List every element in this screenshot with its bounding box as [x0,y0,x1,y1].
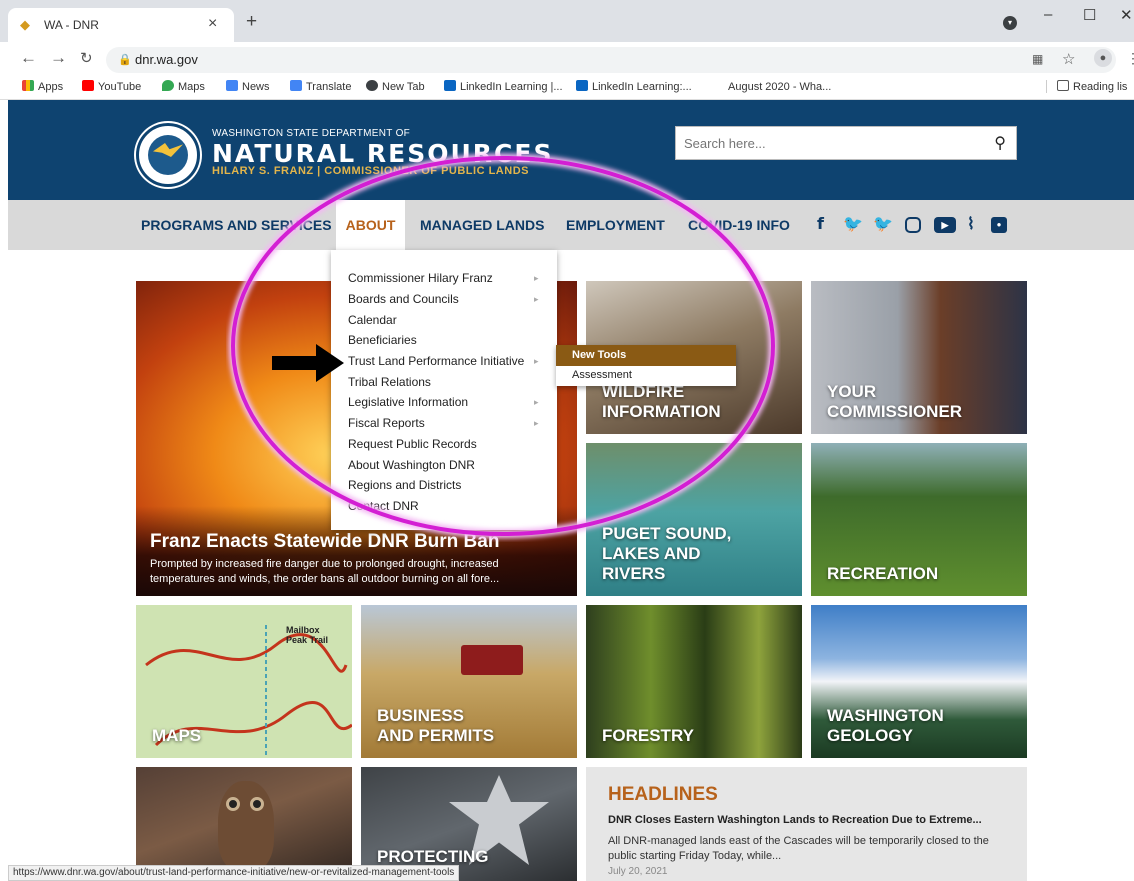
tile-recreation[interactable]: RECREATION [811,443,1027,596]
bookmark-news[interactable]: News [226,80,270,93]
bookmark-maps[interactable]: Maps [162,80,205,93]
tile-business-permits[interactable]: BUSINESS AND PERMITS [361,605,577,758]
tile-label: FORESTRY [602,726,694,745]
trail-label: Mailbox Peak Trail [286,625,329,645]
tile-protecting[interactable]: PROTECTING [361,767,577,881]
tile-label: MAPS [152,726,202,745]
search-icon[interactable]: ⚲ [994,133,1006,153]
headline-date: July 20, 2021 [608,866,668,877]
dnr-seal-logo[interactable] [136,123,200,187]
bookmark-label: Maps [178,81,205,93]
tab-title: WA - DNR [44,18,99,32]
owl-eye [250,797,264,811]
tab-close-icon[interactable]: × [208,15,217,33]
bookmark-linkedin-2[interactable]: LinkedIn Learning:... [576,80,692,93]
owl-graphic [218,781,274,871]
profile-avatar-icon[interactable]: ● [1094,49,1112,67]
bookmark-label: Apps [38,81,64,93]
minimize-button[interactable]: – [1044,6,1052,23]
bookmark-label: New Tab [382,81,425,93]
tile-label: WASHINGTON GEOLOGY [827,706,944,745]
status-bar-url: https://www.dnr.wa.gov/about/trust-land-… [8,865,460,881]
hero-text: Prompted by increased fire danger due to… [150,558,500,585]
tile-commissioner[interactable]: YOUR COMMISSIONER [811,281,1027,434]
twitter-icon[interactable]: 🐦 [843,214,863,234]
tile-label: BUSINESS AND PERMITS [377,706,495,745]
dnr-favicon-icon: ◆ [20,17,30,32]
tile-label: PROTECTING [377,847,489,866]
headline-link[interactable]: DNR Closes Eastern Washington Lands to R… [608,814,982,826]
maps-pin-icon [162,80,174,91]
bookmark-august-2020[interactable]: August 2020 - Wha... [712,80,831,93]
bookmark-youtube[interactable]: YouTube [82,80,141,93]
department-label: WASHINGTON STATE DEPARTMENT OF [212,128,411,139]
lock-icon[interactable]: 🔒 [118,53,132,66]
browser-window: ◆ WA - DNR × + ▾ – ☐ ✕ ← → ↻ 🔒 dnr.wa.go… [0,0,1134,881]
facebook-icon[interactable]: f [817,214,824,233]
twitter-red-icon[interactable]: 🐦 [873,214,893,234]
page-icon [712,80,724,91]
back-arrow-icon[interactable]: ← [20,48,37,68]
bookmark-apps[interactable]: Apps [22,80,63,93]
youtube-icon [82,80,94,91]
apps-grid-icon [22,80,34,91]
bookmark-label: LinkedIn Learning |... [460,81,563,93]
news-icon [226,80,238,91]
linkedin-icon [444,80,456,91]
annotation-ellipse [228,153,778,539]
tile-maps[interactable]: Mailbox Peak Trail MAPS [136,605,352,758]
tile-label: RECREATION [827,564,939,583]
combine-harvester-graphic [461,645,523,675]
new-tab-button[interactable]: + [246,11,257,33]
qr-code-icon[interactable]: ▦ [1032,52,1043,66]
flickr-icon[interactable]: ● [991,217,1007,233]
address-bar[interactable] [106,47,1116,73]
bookmark-label: August 2020 - Wha... [728,81,832,93]
reading-list-icon [1057,80,1069,91]
bookmark-translate[interactable]: Translate [290,80,351,93]
menu-kebab-icon[interactable]: ⋮ [1126,50,1134,67]
bookmark-label: YouTube [98,81,142,93]
youtube-icon[interactable]: ▶ [934,217,956,233]
rss-icon[interactable]: ⌇ [967,214,975,234]
linkedin-icon [576,80,588,91]
bookmark-label: Translate [306,81,352,93]
maximize-button[interactable]: ☐ [1083,6,1096,24]
owl-eye [226,797,240,811]
reload-icon[interactable]: ↻ [80,49,93,67]
bookmark-star-icon[interactable]: ☆ [1062,50,1075,68]
instagram-icon[interactable] [905,217,921,233]
tile-label: YOUR COMMISSIONER [827,382,963,421]
bookmark-new-tab[interactable]: New Tab [366,80,425,93]
tile-owl[interactable] [136,767,352,881]
bookmark-linkedin-1[interactable]: LinkedIn Learning |... [444,80,563,93]
close-window-button[interactable]: ✕ [1120,6,1133,24]
tile-forestry[interactable]: FORESTRY [586,605,802,758]
reading-list-label: Reading lis [1073,81,1128,93]
url-text[interactable]: dnr.wa.gov [135,52,198,67]
reading-list[interactable]: Reading lis [1046,80,1127,93]
globe-icon [366,80,378,91]
bookmark-label: LinkedIn Learning:... [592,81,692,93]
browser-tab[interactable]: ◆ WA - DNR × [8,8,234,42]
headlines-title: HEADLINES [608,784,718,805]
translate-icon [290,80,302,91]
tab-search-icon[interactable]: ▾ [1003,16,1017,30]
headline-summary: All DNR-managed lands east of the Cascad… [608,835,989,862]
tile-washington-geology[interactable]: WASHINGTON GEOLOGY [811,605,1027,758]
forward-arrow-icon[interactable]: → [50,48,67,68]
bookmark-label: News [242,81,270,93]
